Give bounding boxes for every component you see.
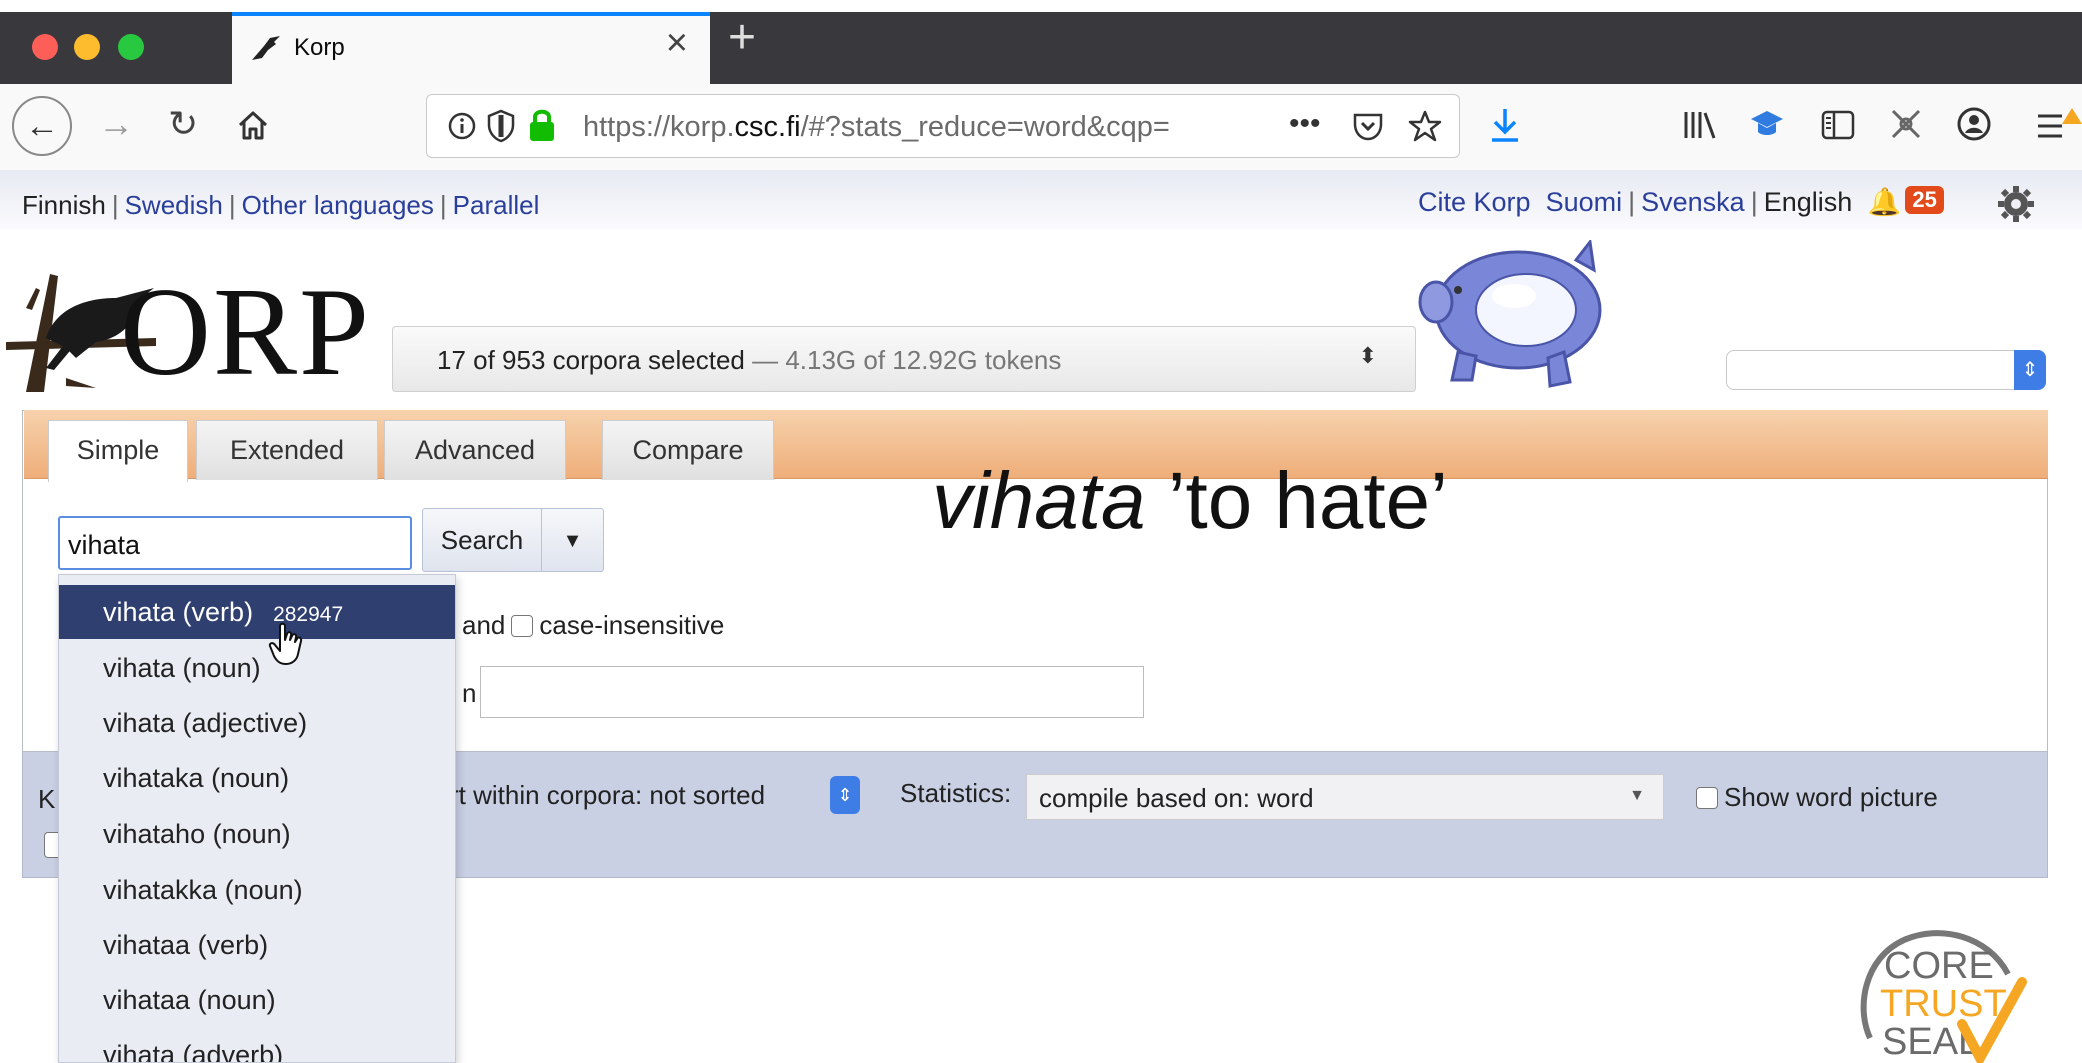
corpus-selected-count: 17 of 953 corpora selected [437, 345, 745, 375]
mode-select-arrow-icon[interactable]: ⇕ [2014, 350, 2046, 390]
kwic-label: K [38, 784, 56, 814]
autocomplete-item[interactable]: vihata (verb) 282947 [59, 585, 455, 639]
lang-link-other[interactable]: Other languages [242, 190, 434, 220]
notification-bell-icon[interactable]: 🔔 [1868, 187, 1902, 217]
ui-language-links: Cite Korp Suomi | Svenska | English 🔔 25 [1418, 186, 1944, 218]
home-icon[interactable] [236, 108, 270, 142]
overlay-gloss: ’to hate’ [1145, 456, 1448, 545]
search-options-dropdown-icon[interactable]: ▼ [542, 508, 604, 572]
close-window-button[interactable] [32, 34, 58, 60]
search-options-row: and case-insensitive [462, 610, 724, 641]
lang-link-swedish[interactable]: Swedish [125, 190, 223, 220]
cite-korp-link[interactable]: Cite Korp [1418, 187, 1531, 217]
korp-logo-text: ORP [120, 263, 372, 402]
mode-select[interactable]: ⇕ [1726, 350, 2046, 390]
extension-tools-icon[interactable] [1888, 106, 1924, 142]
tab-compare[interactable]: Compare [602, 420, 774, 480]
sort-select-arrow-icon[interactable]: ⇕ [830, 776, 860, 814]
word-picture-option: Show word picture [1696, 782, 1938, 813]
notification-badge: 25 [1905, 186, 1944, 214]
case-insensitive-label: case-insensitive [539, 610, 725, 640]
navigation-toolbar: ← → ↻ https://korp.csc.fi/#?stats_reduce… [0, 84, 2082, 171]
sort-select[interactable]: rt within corpora: not sorted [450, 780, 765, 811]
autocomplete-item[interactable]: vihataka (noun) [59, 751, 455, 805]
extension-hat-icon[interactable] [1748, 106, 1786, 142]
minimize-window-button[interactable] [74, 34, 100, 60]
hand-cursor-icon [268, 622, 303, 665]
statistics-caret-icon: ▼ [1629, 787, 1645, 804]
case-insensitive-checkbox[interactable] [511, 615, 534, 637]
autocomplete-item[interactable]: vihataa (verb) [59, 918, 455, 972]
search-input[interactable]: vihata [58, 516, 412, 570]
autocomplete-item[interactable]: vihata (noun) [59, 641, 455, 695]
within-label: n [462, 678, 477, 708]
lock-icon[interactable] [527, 107, 557, 143]
lang-link-finnish[interactable]: Finnish [22, 190, 106, 220]
seal-line-trust: TRUST [1880, 983, 2007, 1025]
window-top-edge [0, 0, 2082, 12]
statistics-value: compile based on: word [1039, 783, 1314, 813]
maximize-window-button[interactable] [118, 34, 144, 60]
lang-link-parallel[interactable]: Parallel [453, 190, 540, 220]
forward-button[interactable]: → [98, 106, 134, 142]
autocomplete-item[interactable]: vihataho (noun) [59, 807, 455, 861]
autocomplete-item[interactable]: vihatakka (noun) [59, 863, 455, 917]
seal-line-core: CORE [1884, 945, 1994, 987]
new-tab-button[interactable]: + [728, 14, 756, 62]
info-icon[interactable] [447, 111, 477, 141]
settings-gear-icon[interactable] [1996, 184, 2036, 224]
pocket-icon[interactable] [1351, 109, 1385, 143]
ui-lang-svenska[interactable]: Svenska [1641, 187, 1745, 217]
autocomplete-dropdown: vihata (verb) 282947 vihata (noun) vihata… [58, 574, 456, 1063]
within-input[interactable] [480, 666, 1144, 718]
tab-simple[interactable]: Simple [48, 420, 188, 482]
ui-lang-suomi[interactable]: Suomi [1546, 187, 1623, 217]
url-bar[interactable]: https://korp.csc.fi/#?stats_reduce=word&… [426, 94, 1460, 158]
show-word-picture-checkbox[interactable] [1696, 787, 1718, 809]
autocomplete-item[interactable]: vihata (adjective) [59, 696, 455, 750]
library-icon[interactable] [1682, 108, 1718, 142]
browser-tab-korp[interactable]: Korp × [232, 12, 710, 84]
autocomplete-item[interactable]: vihata (adverb) [59, 1028, 455, 1062]
corpus-language-links: Finnish | Swedish | Other languages | Parallel [22, 190, 540, 220]
close-tab-icon[interactable]: × [666, 24, 688, 62]
korp-pig-mascot-icon [1418, 240, 1602, 388]
corpus-chooser[interactable]: 17 of 953 corpora selected — 4.13G of 12… [392, 326, 1416, 392]
autocomplete-item[interactable]: vihataa (noun) [59, 973, 455, 1027]
core-trust-seal-logo: CORE TRUST SEAL [1860, 930, 2027, 1063]
url-text[interactable]: https://korp.csc.fi/#?stats_reduce=word&… [583, 111, 1170, 144]
menu-icon[interactable] [2036, 106, 2082, 146]
ui-lang-english[interactable]: English [1764, 187, 1853, 217]
show-word-picture-label: Show word picture [1724, 782, 1938, 812]
reload-button[interactable]: ↻ [168, 106, 198, 142]
corpus-chooser-arrow-icon: ⬍ [1358, 343, 1377, 368]
sidebar-icon[interactable] [1820, 108, 1856, 142]
korp-topbar: Finnish | Swedish | Other languages | Parallel… [0, 170, 2082, 230]
account-icon[interactable] [1956, 106, 1992, 142]
bookmark-star-icon[interactable] [1407, 109, 1443, 143]
page-actions-button[interactable]: ••• [1289, 107, 1321, 141]
tab-advanced[interactable]: Advanced [384, 420, 566, 480]
downloads-icon[interactable] [1488, 106, 1522, 144]
tab-extended[interactable]: Extended [196, 420, 378, 480]
and-label: and [462, 610, 506, 640]
back-button[interactable]: ← [12, 96, 72, 156]
raven-favicon-icon [252, 36, 280, 60]
search-button[interactable]: Search [422, 508, 542, 572]
tracking-shield-icon[interactable] [487, 109, 515, 143]
tab-title: Korp [294, 34, 345, 61]
statistics-label: Statistics: [900, 778, 1012, 808]
statistics-select[interactable]: compile based on: word ▼ [1026, 774, 1664, 820]
gloss-overlay: vihata ’to hate’ [932, 455, 1448, 547]
overlay-word: vihata [932, 456, 1146, 545]
corpus-token-count: — 4.13G of 12.92G tokens [744, 345, 1062, 375]
